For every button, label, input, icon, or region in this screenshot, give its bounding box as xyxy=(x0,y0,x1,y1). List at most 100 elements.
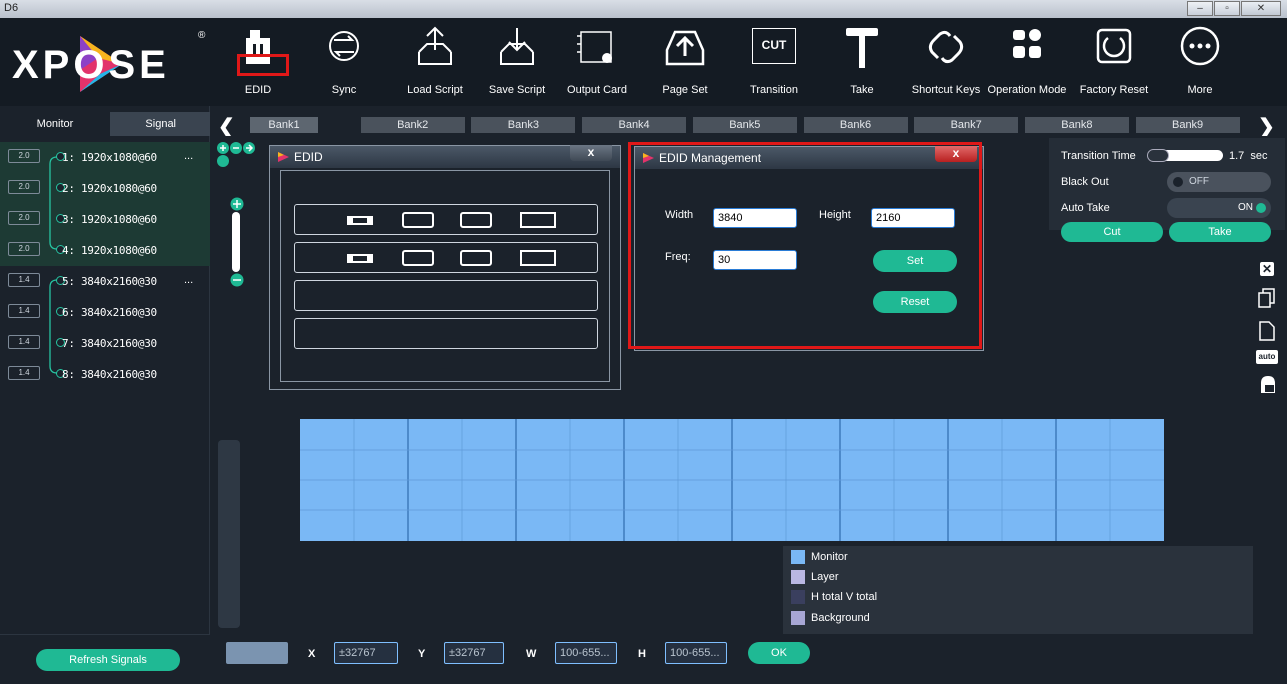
edid-mgmt-title: EDID Management xyxy=(659,151,762,165)
take-button[interactable]: Take xyxy=(1169,222,1271,242)
bank-tab[interactable]: Bank3 xyxy=(471,117,576,133)
toolbar-label: Page Set xyxy=(662,84,708,96)
signal-label: 5: 3840x2160@30 xyxy=(62,275,157,288)
signal-item[interactable]: 1.4 8: 3840x2160@30 xyxy=(0,359,210,389)
toolbar-save-script-button[interactable]: Save Script xyxy=(482,18,552,106)
signal-item[interactable]: 2.0 2: 1920x1080@60 xyxy=(0,173,210,203)
width-input[interactable]: 3840 xyxy=(713,208,797,228)
set-button[interactable]: Set xyxy=(873,250,957,272)
zoom-out-icon[interactable] xyxy=(229,272,245,288)
transition-time-slider[interactable] xyxy=(1147,149,1223,162)
signal-item[interactable]: 2.0 3: 1920x1080@60 xyxy=(0,204,210,234)
ok-button[interactable]: OK xyxy=(748,642,810,664)
toolbar-more-button[interactable]: More xyxy=(1172,18,1228,106)
legend-panel: Monitor Layer H total V total Background xyxy=(783,546,1253,634)
zoom-in-icon[interactable] xyxy=(229,196,245,212)
freq-label: Freq: xyxy=(665,251,691,263)
toolbar-label: Sync xyxy=(331,84,357,96)
tab-monitor[interactable]: Monitor xyxy=(0,112,110,136)
load-script-icon xyxy=(418,26,452,65)
edid-dialog-close-button[interactable]: x xyxy=(570,145,612,161)
bank-tab[interactable]: Bank4 xyxy=(582,117,687,133)
layer-name-field[interactable] xyxy=(226,642,288,664)
toolbar-operation-mode-button[interactable]: Operation Mode xyxy=(984,18,1070,106)
h-input[interactable]: 100-655... xyxy=(665,642,727,664)
toolbar-page-set-button[interactable]: Page Set xyxy=(650,18,720,106)
cut-button[interactable]: Cut xyxy=(1061,222,1163,242)
auto-icon[interactable]: auto xyxy=(1256,350,1278,364)
hdmi-version-badge: 2.0 xyxy=(8,211,40,225)
refresh-signals-button[interactable]: Refresh Signals xyxy=(36,649,180,671)
vertical-scrollbar[interactable] xyxy=(218,440,240,628)
app-logo-icon xyxy=(278,152,289,162)
bank-tab[interactable]: Bank5 xyxy=(692,117,797,133)
hdmi-version-badge: 1.4 xyxy=(8,273,40,287)
slider-knob[interactable] xyxy=(1147,149,1169,162)
toggle-state: ON xyxy=(1238,202,1253,213)
power-on-icon[interactable] xyxy=(1258,374,1278,396)
factory-reset-icon xyxy=(1096,28,1132,64)
transition-panel: Transition Time 1.7 sec Black Out OFF Au… xyxy=(1049,138,1285,242)
zoom-controls[interactable] xyxy=(216,140,266,180)
hdmi-version-badge: 2.0 xyxy=(8,149,40,163)
port-icons xyxy=(347,212,556,228)
signal-label: 3: 1920x1080@60 xyxy=(62,213,157,226)
toolbar-edid-button[interactable]: EDID xyxy=(230,18,289,106)
toolbar-output-card-button[interactable]: Output Card xyxy=(562,18,632,106)
toolbar-sync-button[interactable]: Sync xyxy=(316,18,372,106)
height-label: Height xyxy=(819,209,851,221)
zoom-slider[interactable] xyxy=(232,212,240,272)
toolbar-factory-reset-button[interactable]: Factory Reset xyxy=(1076,18,1152,106)
toolbar-take-button[interactable]: Take xyxy=(834,18,890,106)
height-input[interactable]: 2160 xyxy=(871,208,955,228)
edid-port-row-4[interactable] xyxy=(294,318,598,349)
tab-signal[interactable]: Signal xyxy=(110,112,210,136)
link-icon xyxy=(928,30,964,64)
toolbar-shortcut-keys-button[interactable]: Shortcut Keys xyxy=(906,18,986,106)
edid-port-row-1[interactable] xyxy=(294,204,598,235)
maximize-button[interactable]: ▫ xyxy=(1214,1,1240,16)
bank-tab[interactable]: Bank2 xyxy=(360,117,465,133)
signal-item[interactable]: 1.4 7: 3840x2160@30 xyxy=(0,328,210,358)
registered-mark: ® xyxy=(198,30,206,41)
signal-item[interactable]: 2.0 1: 1920x1080@60... xyxy=(0,142,210,172)
autotake-toggle[interactable]: ON xyxy=(1167,198,1271,218)
edid-port-row-2[interactable] xyxy=(294,242,598,273)
minimize-button[interactable]: – xyxy=(1187,1,1213,16)
w-input[interactable]: 100-655... xyxy=(555,642,617,664)
port-icons xyxy=(347,250,556,266)
blackout-label: Black Out xyxy=(1061,176,1109,188)
close-window-button[interactable]: ✕ xyxy=(1241,1,1281,16)
signal-label: 1: 1920x1080@60 xyxy=(62,151,157,164)
signal-item[interactable]: 2.0 4: 1920x1080@60 xyxy=(0,235,210,265)
bank-tab[interactable]: Bank8 xyxy=(1024,117,1129,133)
freq-input[interactable]: 30 xyxy=(713,250,797,270)
signal-label: 4: 1920x1080@60 xyxy=(62,244,157,257)
bank-tab[interactable]: Bank9 xyxy=(1135,117,1240,133)
signal-more[interactable]: ... xyxy=(184,274,193,286)
bank-tab[interactable]: Bank6 xyxy=(803,117,908,133)
signal-label: 8: 3840x2160@30 xyxy=(62,368,157,381)
signal-item[interactable]: 1.4 6: 3840x2160@30 xyxy=(0,297,210,327)
app-logo-icon xyxy=(643,153,654,163)
bank-tab[interactable]: Bank1 xyxy=(250,117,318,133)
edid-mgmt-close-button[interactable]: x xyxy=(935,146,977,162)
page-icon[interactable] xyxy=(1258,320,1276,342)
signal-more[interactable]: ... xyxy=(184,150,193,162)
bank-tab[interactable]: Bank7 xyxy=(914,117,1019,133)
signal-item[interactable]: 1.4 5: 3840x2160@30... xyxy=(0,266,210,296)
blackout-toggle[interactable]: OFF xyxy=(1167,172,1271,192)
x-input[interactable]: ±32767 xyxy=(334,642,398,664)
toolbar-transition-button[interactable]: CUT Transition xyxy=(738,18,810,106)
signal-label: 6: 3840x2160@30 xyxy=(62,306,157,319)
copy-icon[interactable] xyxy=(1258,288,1276,310)
close-layer-icon[interactable]: ✕ xyxy=(1260,262,1274,276)
save-script-icon xyxy=(500,28,534,65)
edid-port-row-3[interactable] xyxy=(294,280,598,311)
transition-time-value: 1.7 sec xyxy=(1229,150,1268,162)
reset-button[interactable]: Reset xyxy=(873,291,957,313)
toggle-state: OFF xyxy=(1189,176,1209,187)
y-input[interactable]: ±32767 xyxy=(444,642,504,664)
toolbar-load-script-button[interactable]: Load Script xyxy=(400,18,470,106)
x-label: X xyxy=(308,648,316,660)
